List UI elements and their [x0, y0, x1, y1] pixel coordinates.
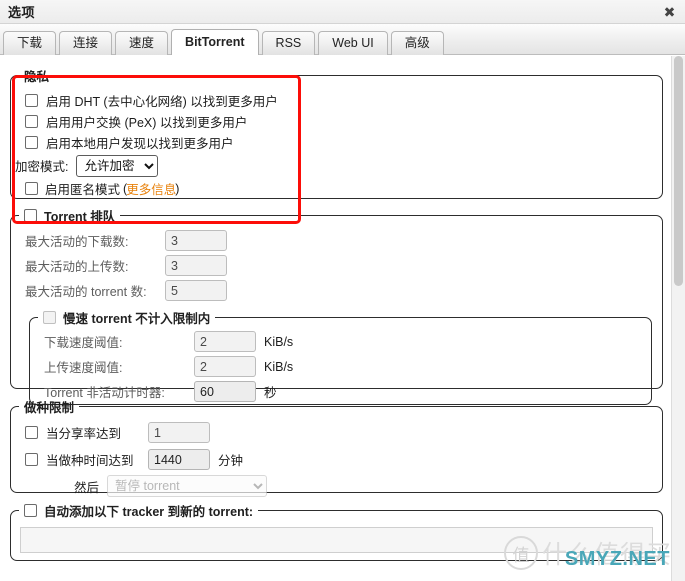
tab-rss[interactable]: RSS: [261, 31, 316, 55]
close-icon[interactable]: ✖: [661, 3, 678, 20]
seeding-time-unit: 分钟: [218, 454, 244, 468]
upload-rate-threshold-row: 上传速度阈值: KiB/s: [44, 354, 651, 379]
anonymous-row[interactable]: 启用匿名模式 ( 更多信息 ): [25, 178, 662, 199]
lsd-checkbox[interactable]: [25, 136, 38, 149]
auto-add-tracker-checkbox[interactable]: [24, 504, 37, 517]
then-action-row: 然后 暂停 torrent: [25, 473, 662, 499]
privacy-legend: 隐私: [24, 70, 50, 84]
share-ratio-checkbox[interactable]: [25, 426, 38, 439]
seeding-limits-group: 做种限制 当分享率达到 当做种时间达到 分钟 然后 暂停 torrent: [10, 397, 663, 497]
tab-bittorrent[interactable]: BitTorrent: [171, 29, 259, 55]
pex-checkbox[interactable]: [25, 115, 38, 128]
max-active-torrents-label: 最大活动的 torrent 数:: [25, 285, 147, 299]
slow-torrents-group: 慢速 torrent 不计入限制内 下载速度阈值: KiB/s 上传速度阈值: …: [29, 308, 652, 405]
more-info-link[interactable]: 更多信息: [126, 179, 176, 198]
torrent-inactivity-timer-unit: 秒: [264, 386, 277, 400]
dht-checkbox[interactable]: [25, 94, 38, 107]
share-ratio-row: 当分享率达到: [25, 419, 662, 446]
slow-torrents-checkbox[interactable]: [43, 311, 56, 324]
max-active-downloads-label: 最大活动的下载数:: [25, 235, 129, 249]
download-rate-threshold-unit: KiB/s: [264, 334, 294, 349]
upload-rate-threshold-input[interactable]: [194, 356, 256, 377]
dht-row[interactable]: 启用 DHT (去中心化网络) 以找到更多用户: [25, 90, 662, 111]
seeding-time-input[interactable]: [148, 449, 210, 470]
anonymous-mode-label: 启用匿名模式: [45, 183, 121, 197]
encryption-select[interactable]: 允许加密: [76, 154, 159, 177]
torrent-queue-group: Torrent 排队 最大活动的下载数: 最大活动的上传数: 最大活动的 tor…: [10, 206, 663, 405]
tab-connection[interactable]: 连接: [59, 31, 113, 55]
max-active-torrents-row: 最大活动的 torrent 数:: [25, 278, 662, 303]
upload-rate-threshold-unit: KiB/s: [264, 359, 294, 374]
scrollbar-thumb[interactable]: [674, 56, 683, 286]
tab-advanced[interactable]: 高级: [390, 31, 444, 55]
options-content-panel: 隐私 启用 DHT (去中心化网络) 以找到更多用户 启用用户交换 (PeX) …: [0, 56, 672, 581]
lsd-row[interactable]: 启用本地用户发现以找到更多用户: [25, 132, 662, 153]
upload-rate-threshold-label: 上传速度阈值:: [44, 361, 123, 375]
download-rate-threshold-row: 下载速度阈值: KiB/s: [44, 329, 651, 354]
then-action-select[interactable]: 暂停 torrent: [107, 475, 268, 497]
torrent-queue-legend-label: Torrent 排队: [44, 210, 116, 224]
anonymous-mode-checkbox[interactable]: [25, 182, 38, 195]
encryption-label: 加密模式:: [15, 160, 69, 174]
lsd-label: 启用本地用户发现以找到更多用户: [46, 137, 234, 151]
pex-label: 启用用户交换 (PeX) 以找到更多用户: [46, 116, 248, 130]
max-active-uploads-label: 最大活动的上传数:: [25, 260, 129, 274]
dht-label: 启用 DHT (去中心化网络) 以找到更多用户: [46, 95, 278, 109]
share-ratio-label: 当分享率达到: [46, 427, 122, 441]
max-active-uploads-input[interactable]: [165, 255, 227, 276]
seeding-time-row: 当做种时间达到 分钟: [25, 446, 662, 473]
tracker-list-textarea[interactable]: [20, 527, 653, 553]
slow-torrents-legend: 慢速 torrent 不计入限制内: [38, 308, 215, 327]
pex-row[interactable]: 启用用户交换 (PeX) 以找到更多用户: [25, 111, 662, 132]
torrent-queue-legend: Torrent 排队: [19, 206, 120, 225]
share-ratio-input[interactable]: [148, 422, 210, 443]
torrent-queue-checkbox[interactable]: [24, 209, 37, 222]
auto-add-tracker-group: 自动添加以下 tracker 到新的 torrent:: [10, 501, 663, 561]
vertical-scrollbar[interactable]: [671, 56, 685, 581]
seeding-time-label: 当做种时间达到: [46, 454, 134, 468]
window-titlebar: 选项 ✖: [0, 0, 685, 24]
encryption-row: 加密模式: 允许加密: [15, 153, 662, 178]
tab-web-ui[interactable]: Web UI: [318, 31, 388, 55]
window-title: 选项: [8, 5, 36, 20]
auto-add-tracker-legend-label: 自动添加以下 tracker 到新的 torrent:: [44, 505, 254, 519]
tab-bar: 下载 连接 速度 BitTorrent RSS Web UI 高级: [0, 24, 685, 55]
max-active-downloads-input[interactable]: [165, 230, 227, 251]
download-rate-threshold-input[interactable]: [194, 331, 256, 352]
max-active-torrents-input[interactable]: [165, 280, 227, 301]
auto-add-tracker-legend: 自动添加以下 tracker 到新的 torrent:: [19, 501, 258, 520]
slow-torrents-legend-label: 慢速 torrent 不计入限制内: [63, 312, 211, 326]
download-rate-threshold-label: 下载速度阈值:: [44, 336, 123, 350]
privacy-group: 隐私 启用 DHT (去中心化网络) 以找到更多用户 启用用户交换 (PeX) …: [10, 66, 663, 199]
max-active-uploads-row: 最大活动的上传数:: [25, 253, 662, 278]
then-label: 然后: [74, 480, 100, 495]
tab-downloads[interactable]: 下载: [3, 31, 57, 55]
max-active-downloads-row: 最大活动的下载数:: [25, 228, 662, 253]
torrent-inactivity-timer-input[interactable]: [194, 381, 256, 402]
tab-speed[interactable]: 速度: [115, 31, 169, 55]
seeding-limits-legend: 做种限制: [24, 401, 75, 415]
more-info-close-paren: ): [175, 181, 180, 196]
seeding-time-checkbox[interactable]: [25, 453, 38, 466]
